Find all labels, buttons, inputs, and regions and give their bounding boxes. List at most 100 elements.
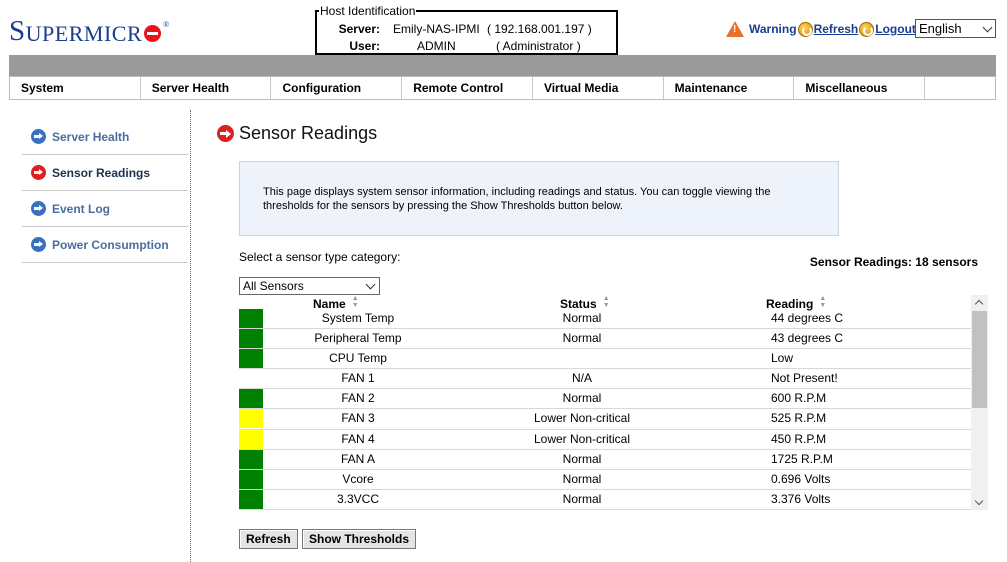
sensor-status: N/A bbox=[571, 371, 592, 386]
category-select-label: Select a sensor type category: bbox=[239, 250, 401, 264]
menu-miscellaneous[interactable]: Miscellaneous bbox=[794, 77, 926, 99]
logo-initial: S bbox=[9, 15, 26, 47]
sensor-status: Lower Non-critical bbox=[533, 431, 631, 446]
sensor-reading: 3.376 Volts bbox=[771, 491, 831, 506]
sensor-status: Normal bbox=[562, 451, 602, 466]
main-menu-bar: System Server Health Configuration Remot… bbox=[9, 76, 996, 100]
user-role: ( Administrator ) bbox=[496, 39, 581, 53]
sidebar: Server Health Sensor Readings Event Log … bbox=[22, 119, 188, 263]
language-select[interactable]: English bbox=[915, 19, 996, 38]
user-name: ADMIN bbox=[417, 39, 456, 53]
table-row[interactable]: System Temp Normal 44 degrees C bbox=[239, 309, 971, 330]
arrow-right-icon bbox=[31, 201, 46, 216]
sidebar-item-power-consumption[interactable]: Power Consumption bbox=[22, 227, 188, 263]
sensor-count: Sensor Readings: 18 sensors bbox=[809, 255, 978, 269]
sensor-reading: 43 degrees C bbox=[771, 331, 844, 346]
top-links: Warning Refresh Logout bbox=[726, 20, 916, 38]
scroll-down-icon[interactable] bbox=[971, 495, 988, 510]
status-color-indicator bbox=[239, 389, 263, 409]
sensor-status: Normal bbox=[562, 491, 602, 506]
sensor-name: CPU Temp bbox=[329, 351, 387, 366]
menu-remote-control[interactable]: Remote Control bbox=[402, 77, 533, 99]
table-scrollbar[interactable] bbox=[971, 295, 988, 510]
refresh-button[interactable]: Refresh bbox=[239, 529, 298, 549]
warning-link[interactable]: Warning bbox=[749, 22, 797, 36]
warning-icon[interactable] bbox=[726, 21, 744, 37]
table-row[interactable]: Peripheral Temp Normal 43 degrees C bbox=[239, 329, 971, 350]
table-row[interactable]: FAN 3 Lower Non-critical 525 R.P.M bbox=[239, 409, 971, 430]
header-gray-bar bbox=[9, 55, 996, 76]
refresh-icon[interactable] bbox=[797, 21, 813, 37]
sort-icon: ▲ ▼ bbox=[351, 295, 359, 309]
info-text: This page displays system sensor informa… bbox=[263, 186, 771, 212]
status-color-indicator bbox=[239, 329, 263, 349]
host-user-row: User: ADMIN ( Administrator ) bbox=[317, 38, 616, 54]
refresh-link[interactable]: Refresh bbox=[814, 22, 859, 36]
arrow-right-icon bbox=[31, 129, 46, 144]
logo-registered-mark: ® bbox=[163, 20, 170, 29]
logo-dot-icon bbox=[144, 25, 162, 42]
table-row[interactable]: 3.3VCC Normal 3.376 Volts bbox=[239, 489, 971, 510]
menu-configuration[interactable]: Configuration bbox=[271, 77, 403, 99]
language-selected-value: English bbox=[919, 21, 962, 36]
sensor-reading: 525 R.P.M bbox=[771, 411, 827, 426]
arrow-right-icon bbox=[31, 237, 46, 252]
sensor-name: FAN 2 bbox=[341, 391, 375, 406]
menu-virtual-media[interactable]: Virtual Media bbox=[533, 77, 664, 99]
supermicro-logo: S UPERMICR ® bbox=[9, 14, 170, 46]
menu-server-health[interactable]: Server Health bbox=[141, 77, 272, 99]
sensor-reading: 0.696 Volts bbox=[771, 471, 831, 486]
menu-maintenance[interactable]: Maintenance bbox=[664, 77, 795, 99]
show-thresholds-button[interactable]: Show Thresholds bbox=[302, 529, 417, 549]
sensor-reading: 1725 R.P.M bbox=[771, 451, 833, 466]
page-title: Sensor Readings bbox=[217, 123, 377, 144]
logout-link[interactable]: Logout bbox=[875, 22, 916, 36]
server-name: Emily-NAS-IPMI bbox=[393, 22, 480, 36]
sensor-status: Normal bbox=[562, 331, 602, 346]
sidebar-item-server-health[interactable]: Server Health bbox=[22, 119, 188, 155]
sidebar-item-label: Event Log bbox=[52, 201, 111, 216]
sensor-name: FAN 4 bbox=[341, 431, 375, 446]
sensor-category-select[interactable]: All Sensors bbox=[239, 277, 380, 295]
sensor-name: FAN 1 bbox=[341, 371, 375, 386]
scroll-up-icon[interactable] bbox=[971, 295, 988, 310]
table-row[interactable]: FAN 2 Normal 600 R.P.M bbox=[239, 389, 971, 410]
menu-system[interactable]: System bbox=[10, 77, 141, 99]
table-row[interactable]: Vcore Normal 0.696 Volts bbox=[239, 469, 971, 490]
sidebar-item-sensor-readings[interactable]: Sensor Readings bbox=[22, 155, 188, 191]
category-selected-value: All Sensors bbox=[243, 279, 304, 293]
sidebar-item-label: Server Health bbox=[52, 129, 130, 144]
sensor-reading: 450 R.P.M bbox=[771, 431, 827, 446]
sort-icon: ▲ ▼ bbox=[602, 295, 610, 309]
status-color-indicator bbox=[239, 349, 263, 369]
table-row[interactable]: FAN 1 N/A Not Present! bbox=[239, 369, 971, 390]
logout-icon[interactable] bbox=[859, 21, 875, 37]
sensor-table-header: Name ▲ ▼ Status ▲ ▼ Reading ▲ ▼ bbox=[239, 295, 971, 311]
logo-text: UPERMICR bbox=[25, 21, 143, 46]
sensor-status: Lower Non-critical bbox=[533, 411, 631, 426]
status-color-indicator bbox=[239, 489, 263, 509]
sensor-name: FAN A bbox=[340, 451, 375, 466]
table-row[interactable]: CPU Temp Low bbox=[239, 349, 971, 370]
status-color-indicator bbox=[239, 369, 263, 388]
sensor-status: Normal bbox=[562, 311, 602, 325]
sensor-reading: 600 R.P.M bbox=[771, 391, 827, 406]
table-row[interactable]: FAN 4 Lower Non-critical 450 R.P.M bbox=[239, 429, 971, 450]
sensor-reading: Low bbox=[771, 351, 794, 366]
status-color-indicator bbox=[239, 449, 263, 469]
table-row[interactable]: FAN A Normal 1725 R.P.M bbox=[239, 449, 971, 470]
chevron-down-icon bbox=[365, 279, 376, 290]
info-box: This page displays system sensor informa… bbox=[239, 161, 839, 236]
sensor-name: Vcore bbox=[342, 471, 374, 486]
menu-empty-slot bbox=[925, 77, 995, 99]
sort-icon: ▲ ▼ bbox=[819, 295, 827, 309]
status-color-indicator bbox=[239, 409, 263, 429]
status-color-indicator bbox=[239, 429, 263, 449]
status-color-indicator bbox=[239, 469, 263, 489]
host-identification-legend: Host Identification bbox=[319, 4, 417, 18]
scrollbar-thumb[interactable] bbox=[972, 311, 987, 408]
sidebar-item-event-log[interactable]: Event Log bbox=[22, 191, 188, 227]
sensor-name: System Temp bbox=[321, 311, 395, 325]
sensor-name: 3.3VCC bbox=[336, 491, 380, 506]
sensor-reading: Not Present! bbox=[771, 371, 838, 386]
